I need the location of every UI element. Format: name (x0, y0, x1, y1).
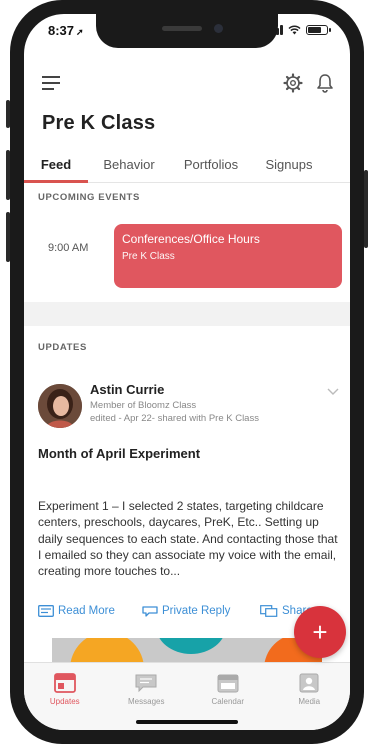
calendar-icon (217, 674, 239, 693)
preview-teal-blob (156, 638, 226, 654)
notifications-button[interactable] (312, 70, 338, 96)
page-title: Pre K Class (42, 112, 156, 134)
menu-button[interactable] (38, 70, 64, 96)
read-more-label: Read More (58, 605, 115, 617)
app-bar (24, 66, 350, 102)
post-meta: edited - Apr 22- shared with Pre K Class (90, 413, 259, 424)
private-reply-label: Private Reply (162, 605, 231, 617)
power-button (364, 170, 368, 248)
reply-icon (142, 606, 158, 617)
author-role: Member of Bloomz Class (90, 400, 197, 411)
updates-label: UPDATES (38, 342, 87, 353)
updates-icon (53, 673, 76, 693)
settings-button[interactable] (280, 70, 306, 96)
speaker-grille (162, 26, 202, 31)
mute-switch (6, 100, 10, 128)
gear-icon (283, 73, 303, 93)
nav-updates[interactable]: Updates (24, 663, 106, 730)
camera-icon (214, 24, 223, 33)
nav-updates-label: Updates (49, 697, 80, 706)
read-more-button[interactable]: Read More (38, 605, 115, 617)
upcoming-events-label: UPCOMING EVENTS (38, 192, 140, 203)
share-icon (260, 605, 278, 617)
post-title: Month of April Experiment (38, 446, 201, 461)
event-subtitle: Pre K Class (122, 251, 175, 262)
nav-media[interactable]: Media (269, 663, 351, 730)
volume-down-button (6, 212, 10, 262)
avatar-photo (38, 384, 82, 428)
volume-up-button (6, 150, 10, 200)
post-author: Astin Currie (90, 382, 165, 397)
avatar[interactable] (38, 384, 82, 428)
tab-behavior[interactable]: Behavior (88, 151, 170, 183)
nav-messages-label: Messages (128, 697, 165, 706)
tab-portfolios[interactable]: Portfolios (170, 151, 252, 183)
battery-icon (306, 25, 331, 35)
notch (96, 14, 278, 48)
event-title: Conferences/Office Hours (122, 232, 260, 246)
messages-icon (135, 674, 157, 693)
add-post-button[interactable]: + (294, 606, 346, 658)
status-time: 8:37 ➚ (48, 23, 84, 38)
home-indicator (136, 720, 238, 724)
tab-signups[interactable]: Signups (252, 151, 326, 183)
status-time-text: 8:37 (48, 23, 75, 38)
tab-bar: Feed Behavior Portfolios Signups (24, 151, 350, 183)
event-time: 9:00 AM (48, 242, 89, 254)
media-icon (299, 673, 319, 693)
chevron-down-icon[interactable] (326, 384, 340, 398)
nav-calendar-label: Calendar (211, 697, 244, 706)
wifi-icon (288, 25, 301, 35)
tab-feed[interactable]: Feed (24, 151, 88, 183)
nav-media-label: Media (298, 697, 321, 706)
menu-icon (42, 76, 60, 90)
bell-icon (317, 74, 333, 93)
event-card[interactable]: Conferences/Office Hours Pre K Class (114, 224, 342, 288)
read-more-icon (38, 605, 54, 617)
post-body: Experiment 1 – I selected 2 states, targ… (38, 499, 338, 579)
location-arrow-icon: ➚ (76, 27, 84, 37)
app-screen: 8:37 ➚ Pre K Class Feed Behavior Portfol… (24, 14, 350, 730)
private-reply-button[interactable]: Private Reply (142, 605, 230, 617)
section-divider (24, 302, 350, 326)
phone-frame: 8:37 ➚ Pre K Class Feed Behavior Portfol… (0, 0, 374, 744)
